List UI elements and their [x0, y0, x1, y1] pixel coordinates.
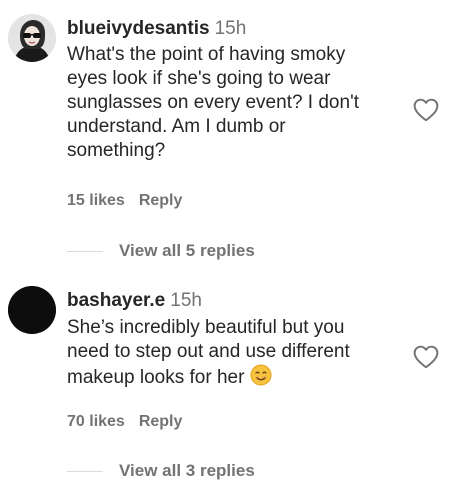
- comment-text-line: need to step out and use different: [67, 341, 350, 362]
- comment-text-line: eyes look if she's going to wear: [67, 68, 331, 89]
- comment-header: bashayer.e 15h: [67, 289, 202, 313]
- avatar[interactable]: [8, 286, 56, 334]
- comment-meta: 70 likes Reply: [67, 412, 182, 432]
- user-photo-avatar-icon: [8, 14, 56, 62]
- divider-line: [67, 471, 103, 472]
- heart-outline-icon: [413, 98, 439, 122]
- smiling-face-emoji-icon: [250, 364, 272, 393]
- black-avatar-icon: [8, 286, 56, 334]
- comment-meta: 15 likes Reply: [67, 191, 182, 211]
- username[interactable]: blueivydesantis: [67, 18, 210, 39]
- view-replies-label[interactable]: View all 3 replies: [119, 461, 255, 481]
- reply-button[interactable]: Reply: [139, 192, 183, 209]
- comment-text: She’s incredibly beautiful but you need …: [67, 316, 397, 393]
- comment-text: What's the point of having smoky eyes lo…: [67, 43, 397, 163]
- like-button[interactable]: [413, 98, 439, 122]
- comment-text-line: something?: [67, 140, 166, 161]
- heart-outline-icon: [413, 345, 439, 369]
- divider-line: [67, 251, 103, 252]
- comment-text-line: She’s incredibly beautiful but you: [67, 317, 345, 338]
- comment-header: blueivydesantis 15h: [67, 17, 246, 41]
- comment-text-line: understand. Am I dumb or: [67, 116, 286, 137]
- likes-count[interactable]: 15 likes: [67, 192, 125, 209]
- comment-text-line-with-emoji: makeup looks for her: [67, 364, 397, 393]
- username[interactable]: bashayer.e: [67, 290, 165, 311]
- view-replies-label[interactable]: View all 5 replies: [119, 241, 255, 261]
- comment-item: blueivydesantis 15h What's the point of h…: [0, 0, 457, 240]
- comment-item: bashayer.e 15h She’s incredibly beautiful…: [0, 280, 457, 440]
- comment-text-line: sunglasses on every event? I don't: [67, 92, 359, 113]
- comment-time[interactable]: 15h: [170, 290, 202, 311]
- like-button[interactable]: [413, 345, 439, 369]
- comment-time[interactable]: 15h: [215, 18, 247, 39]
- comment-text-line: What's the point of having smoky: [67, 44, 346, 65]
- reply-button[interactable]: Reply: [139, 413, 183, 430]
- comment-text-line: makeup looks for her: [67, 367, 245, 388]
- avatar[interactable]: [8, 14, 56, 62]
- likes-count[interactable]: 70 likes: [67, 413, 125, 430]
